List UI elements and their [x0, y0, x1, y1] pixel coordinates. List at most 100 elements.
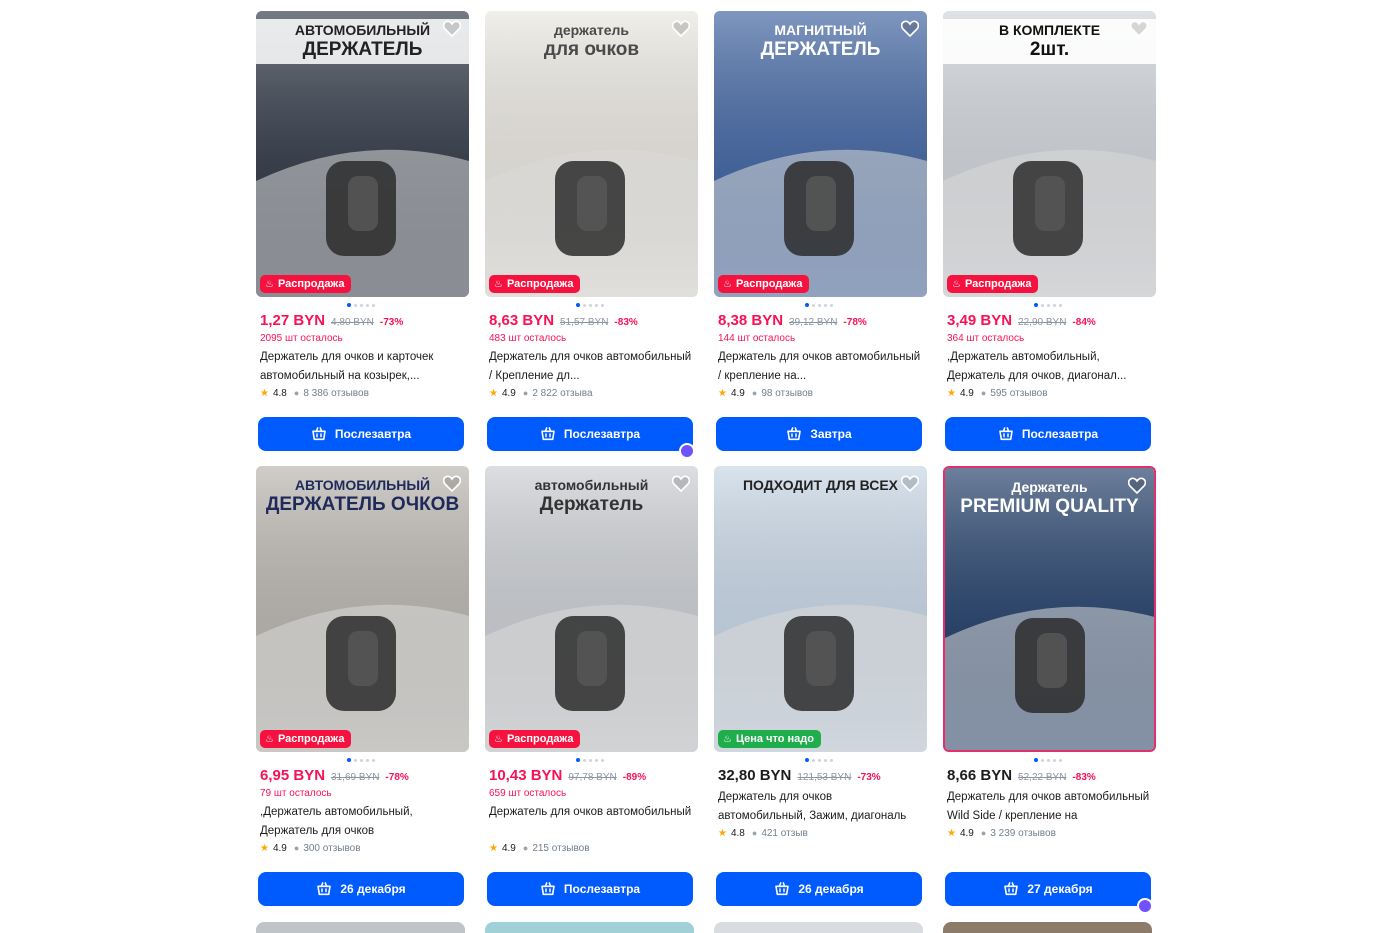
product-card-peek[interactable]	[485, 922, 694, 933]
carousel-dot[interactable]	[1058, 758, 1062, 762]
add-to-cart-button[interactable]: Послезавтра	[487, 872, 693, 906]
product-image[interactable]: автомобильный Держатель ♨ Распродажа	[485, 466, 698, 752]
image-carousel-dots[interactable]	[943, 301, 1152, 309]
add-to-cart-button[interactable]: 26 декабря	[716, 872, 922, 906]
image-carousel-dots[interactable]	[256, 756, 465, 764]
carousel-dot[interactable]	[811, 303, 815, 307]
rating-row[interactable]: ★ 4.9 ● 300 отзывов	[256, 841, 465, 855]
product-image[interactable]: Держатель PREMIUM QUALITY ♨	[943, 466, 1156, 752]
image-carousel-dots[interactable]	[943, 756, 1152, 764]
carousel-dot[interactable]	[1052, 758, 1056, 762]
carousel-dot[interactable]	[823, 303, 827, 307]
carousel-dot[interactable]	[1052, 303, 1056, 307]
carousel-dot[interactable]	[594, 758, 598, 762]
image-carousel-dots[interactable]	[485, 301, 694, 309]
image-carousel-dots[interactable]	[714, 756, 923, 764]
product-card[interactable]: автомобильный Держатель ♨ Распродажа 10,…	[479, 461, 700, 906]
image-carousel-dots[interactable]	[485, 756, 694, 764]
carousel-dot[interactable]	[811, 758, 815, 762]
assistant-avatar-icon[interactable]	[1137, 898, 1153, 914]
product-title[interactable]: ,Держатель автомобильный, Держатель для …	[256, 803, 465, 841]
carousel-dot[interactable]	[582, 758, 586, 762]
carousel-dot[interactable]	[353, 303, 357, 307]
image-carousel-dots[interactable]	[714, 301, 923, 309]
product-title[interactable]: Держатель для очков автомобильный / креп…	[714, 348, 923, 386]
rating-row[interactable]: ★ 4.9 ● 3 239 отзывов	[943, 826, 1152, 840]
carousel-dot[interactable]	[371, 758, 375, 762]
product-title[interactable]: Держатель для очков и карточек автомобил…	[256, 348, 465, 386]
favorite-heart-icon[interactable]	[441, 472, 463, 494]
product-image[interactable]: держатель для очков ♨ Распродажа	[485, 11, 698, 297]
favorite-heart-icon[interactable]	[899, 472, 921, 494]
product-title[interactable]: ,Держатель автомобильный, Держатель для …	[943, 348, 1152, 386]
favorite-heart-icon[interactable]	[441, 17, 463, 39]
product-title[interactable]: Держатель для очков автомобильный, Зажим…	[714, 788, 923, 826]
carousel-dot[interactable]	[829, 303, 833, 307]
favorite-heart-icon[interactable]	[899, 17, 921, 39]
carousel-dot[interactable]	[1033, 758, 1038, 762]
carousel-dot[interactable]	[588, 758, 592, 762]
add-to-cart-button[interactable]: Послезавтра	[945, 417, 1151, 451]
favorite-heart-icon[interactable]	[670, 17, 692, 39]
carousel-dot[interactable]	[353, 758, 357, 762]
product-image[interactable]: ПОДХОДИТ ДЛЯ ВСЕХ ♨ Цена что надо	[714, 466, 927, 752]
carousel-dot[interactable]	[823, 758, 827, 762]
carousel-dot[interactable]	[1040, 758, 1044, 762]
carousel-dot[interactable]	[1058, 303, 1062, 307]
favorite-heart-icon[interactable]	[1126, 474, 1148, 496]
carousel-dot[interactable]	[600, 303, 604, 307]
add-to-cart-button[interactable]: 27 декабря	[945, 872, 1153, 914]
rating-row[interactable]: ★ 4.8 ● 421 отзыв	[714, 826, 923, 840]
carousel-dot[interactable]	[594, 303, 598, 307]
product-card[interactable]: держатель для очков ♨ Распродажа 8,63 BY…	[479, 6, 700, 459]
assistant-avatar-icon[interactable]	[679, 443, 695, 459]
carousel-dot[interactable]	[575, 758, 580, 762]
carousel-dot[interactable]	[804, 758, 809, 762]
product-card[interactable]: Держатель PREMIUM QUALITY ♨ 8,66 BYN 52,…	[937, 461, 1158, 914]
product-image[interactable]: АВТОМОБИЛЬНЫЙ ДЕРЖАТЕЛЬ ♨ Распродажа	[256, 11, 469, 297]
carousel-dot[interactable]	[1046, 758, 1050, 762]
product-title[interactable]: Держатель для очков автомобильный / Креп…	[485, 348, 694, 386]
product-card[interactable]: В КОМПЛЕКТЕ 2шт. ♨ Распродажа 3,49 BYN 2…	[937, 6, 1158, 451]
carousel-dot[interactable]	[600, 758, 604, 762]
image-carousel-dots[interactable]	[256, 301, 465, 309]
add-to-cart-button[interactable]: Завтра	[716, 417, 922, 451]
carousel-dot[interactable]	[1046, 303, 1050, 307]
product-title[interactable]: Держатель для очков автомобильный Wild S…	[943, 788, 1152, 826]
add-to-cart-button[interactable]: Послезавтра	[258, 417, 464, 451]
carousel-dot[interactable]	[829, 758, 833, 762]
carousel-dot[interactable]	[346, 303, 351, 307]
favorite-heart-icon[interactable]	[670, 472, 692, 494]
carousel-dot[interactable]	[359, 303, 363, 307]
product-card-peek[interactable]	[943, 922, 1152, 933]
product-card[interactable]: АВТОМОБИЛЬНЫЙ ДЕРЖАТЕЛЬ ♨ Распродажа 1,2…	[250, 6, 471, 451]
add-to-cart-button[interactable]: 26 декабря	[258, 872, 464, 906]
add-to-cart-button[interactable]: Послезавтра	[487, 417, 695, 459]
carousel-dot[interactable]	[582, 303, 586, 307]
product-card-peek[interactable]	[256, 922, 465, 933]
product-card[interactable]: МАГНИТНЫЙ ДЕРЖАТЕЛЬ ♨ Распродажа 8,38 BY…	[708, 6, 929, 451]
rating-row[interactable]: ★ 4.8 ● 8 386 отзывов	[256, 386, 465, 400]
carousel-dot[interactable]	[359, 758, 363, 762]
product-image[interactable]: МАГНИТНЫЙ ДЕРЖАТЕЛЬ ♨ Распродажа	[714, 11, 927, 297]
carousel-dot[interactable]	[346, 758, 351, 762]
rating-row[interactable]: ★ 4.9 ● 215 отзывов	[485, 841, 694, 855]
rating-row[interactable]: ★ 4.9 ● 595 отзывов	[943, 386, 1152, 400]
favorite-heart-icon[interactable]	[1128, 17, 1150, 39]
carousel-dot[interactable]	[365, 303, 369, 307]
rating-row[interactable]: ★ 4.9 ● 98 отзывов	[714, 386, 923, 400]
carousel-dot[interactable]	[817, 303, 821, 307]
carousel-dot[interactable]	[588, 303, 592, 307]
product-card-peek[interactable]	[714, 922, 923, 933]
product-title[interactable]: Держатель для очков автомобильный	[485, 803, 694, 841]
product-image[interactable]: В КОМПЛЕКТЕ 2шт. ♨ Распродажа	[943, 11, 1156, 297]
product-card[interactable]: АВТОМОБИЛЬНЫЙ ДЕРЖАТЕЛЬ ОЧКОВ ♨ Распрода…	[250, 461, 471, 906]
carousel-dot[interactable]	[365, 758, 369, 762]
carousel-dot[interactable]	[371, 303, 375, 307]
carousel-dot[interactable]	[804, 303, 809, 307]
carousel-dot[interactable]	[1033, 303, 1038, 307]
carousel-dot[interactable]	[1040, 303, 1044, 307]
product-image[interactable]: АВТОМОБИЛЬНЫЙ ДЕРЖАТЕЛЬ ОЧКОВ ♨ Распрода…	[256, 466, 469, 752]
rating-row[interactable]: ★ 4.9 ● 2 822 отзыва	[485, 386, 694, 400]
product-card[interactable]: ПОДХОДИТ ДЛЯ ВСЕХ ♨ Цена что надо 32,80 …	[708, 461, 929, 906]
